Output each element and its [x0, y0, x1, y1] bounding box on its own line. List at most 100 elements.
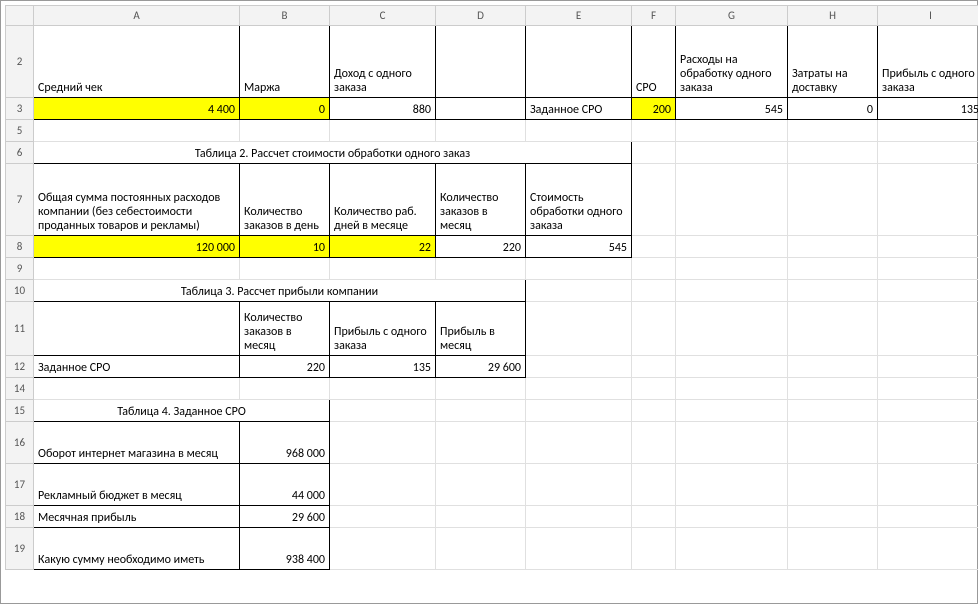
cell-D17[interactable]	[436, 464, 526, 506]
cell-G15[interactable]	[676, 400, 788, 422]
col-header-C[interactable]: C	[330, 6, 436, 26]
cell-G8[interactable]	[676, 236, 788, 258]
row-header-15[interactable]: 15	[6, 400, 34, 422]
cell-E16[interactable]	[526, 422, 632, 464]
cell-A6-E6-title[interactable]: Таблица 2. Рассчет стоимости обработки о…	[34, 142, 632, 164]
row-header-19[interactable]: 19	[6, 528, 34, 570]
cell-F12[interactable]	[632, 356, 676, 378]
cell-H5[interactable]	[788, 120, 878, 142]
cell-A19[interactable]: Какую сумму необходимо иметь	[34, 528, 240, 570]
cell-F9[interactable]	[632, 258, 676, 280]
cell-I15[interactable]	[878, 400, 978, 422]
cell-C11[interactable]: Прибыль с одного заказа	[330, 302, 436, 356]
cell-F8[interactable]	[632, 236, 676, 258]
row-header-5[interactable]: 5	[6, 120, 34, 142]
cell-A14[interactable]	[34, 378, 240, 400]
cell-D8[interactable]: 220	[436, 236, 526, 258]
cell-A2[interactable]: Средний чек	[34, 26, 240, 98]
cell-C17[interactable]	[330, 464, 436, 506]
row-header-9[interactable]: 9	[6, 258, 34, 280]
cell-C16[interactable]	[330, 422, 436, 464]
cell-C7[interactable]: Количество раб. дней в месяце	[330, 164, 436, 236]
cell-H2[interactable]: Затраты на доставку	[788, 26, 878, 98]
cell-B16[interactable]: 968 000	[240, 422, 330, 464]
cell-B7[interactable]: Количество заказов в день	[240, 164, 330, 236]
cell-G2[interactable]: Расходы на обработку одного заказа	[676, 26, 788, 98]
cell-G19[interactable]	[676, 528, 788, 570]
cell-I6[interactable]	[878, 142, 978, 164]
cell-C14[interactable]	[330, 378, 436, 400]
cell-D5[interactable]	[436, 120, 526, 142]
cell-D16[interactable]	[436, 422, 526, 464]
cell-C3[interactable]: 880	[330, 98, 436, 120]
cell-B11[interactable]: Количество заказов в месяц	[240, 302, 330, 356]
cell-E19[interactable]	[526, 528, 632, 570]
cell-B9[interactable]	[240, 258, 330, 280]
select-all-corner[interactable]	[6, 6, 34, 26]
cell-D19[interactable]	[436, 528, 526, 570]
cell-A9[interactable]	[34, 258, 240, 280]
cell-A18[interactable]: Месячная прибыль	[34, 506, 240, 528]
cell-I16[interactable]	[878, 422, 978, 464]
cell-I12[interactable]	[878, 356, 978, 378]
cell-D15[interactable]	[436, 400, 526, 422]
cell-E7[interactable]: Стоимость обработки одного заказа	[526, 164, 632, 236]
row-header-7[interactable]: 7	[6, 164, 34, 236]
row-header-16[interactable]: 16	[6, 422, 34, 464]
cell-E5[interactable]	[526, 120, 632, 142]
cell-C8[interactable]: 22	[330, 236, 436, 258]
col-header-I[interactable]: I	[878, 6, 978, 26]
cell-B2[interactable]: Маржа	[240, 26, 330, 98]
cell-G18[interactable]	[676, 506, 788, 528]
cell-G17[interactable]	[676, 464, 788, 506]
cell-I7[interactable]	[878, 164, 978, 236]
cell-A12[interactable]: Заданное CPO	[34, 356, 240, 378]
cell-F15[interactable]	[632, 400, 676, 422]
cell-F10[interactable]	[632, 280, 676, 302]
cell-G12[interactable]	[676, 356, 788, 378]
cell-C9[interactable]	[330, 258, 436, 280]
cell-A10-D10-title[interactable]: Таблица 3. Рассчет прибыли компании	[34, 280, 526, 302]
cell-H14[interactable]	[788, 378, 878, 400]
cell-B18[interactable]: 29 600	[240, 506, 330, 528]
row-header-3[interactable]: 3	[6, 98, 34, 120]
row-header-12[interactable]: 12	[6, 356, 34, 378]
cell-I11[interactable]	[878, 302, 978, 356]
cell-C2[interactable]: Доход с одного заказа	[330, 26, 436, 98]
cell-C5[interactable]	[330, 120, 436, 142]
cell-E8[interactable]: 545	[526, 236, 632, 258]
cell-I17[interactable]	[878, 464, 978, 506]
cell-E14[interactable]	[526, 378, 632, 400]
cell-H18[interactable]	[788, 506, 878, 528]
cell-D11[interactable]: Прибыль в месяц	[436, 302, 526, 356]
cell-E9[interactable]	[526, 258, 632, 280]
cell-F5[interactable]	[632, 120, 676, 142]
cell-F18[interactable]	[632, 506, 676, 528]
cell-A7[interactable]: Общая сумма постоянных расходов компании…	[34, 164, 240, 236]
cell-I14[interactable]	[878, 378, 978, 400]
cell-I5[interactable]	[878, 120, 978, 142]
cell-A11[interactable]	[34, 302, 240, 356]
cell-F6[interactable]	[632, 142, 676, 164]
cell-B17[interactable]: 44 000	[240, 464, 330, 506]
cell-I10[interactable]	[878, 280, 978, 302]
cell-H19[interactable]	[788, 528, 878, 570]
cell-G16[interactable]	[676, 422, 788, 464]
row-header-6[interactable]: 6	[6, 142, 34, 164]
cell-F19[interactable]	[632, 528, 676, 570]
cell-D2[interactable]	[436, 26, 526, 98]
cell-G3[interactable]: 545	[676, 98, 788, 120]
row-header-11[interactable]: 11	[6, 302, 34, 356]
cell-H15[interactable]	[788, 400, 878, 422]
col-header-H[interactable]: H	[788, 6, 878, 26]
cell-F2[interactable]: CPO	[632, 26, 676, 98]
cell-I2[interactable]: Прибыль с одного заказа	[878, 26, 978, 98]
cell-E11[interactable]	[526, 302, 632, 356]
cell-B19[interactable]: 938 400	[240, 528, 330, 570]
cell-C15[interactable]	[330, 400, 436, 422]
cell-A17[interactable]: Рекламный бюджет в месяц	[34, 464, 240, 506]
cell-B8[interactable]: 10	[240, 236, 330, 258]
cell-H11[interactable]	[788, 302, 878, 356]
col-header-A[interactable]: A	[34, 6, 240, 26]
row-header-17[interactable]: 17	[6, 464, 34, 506]
